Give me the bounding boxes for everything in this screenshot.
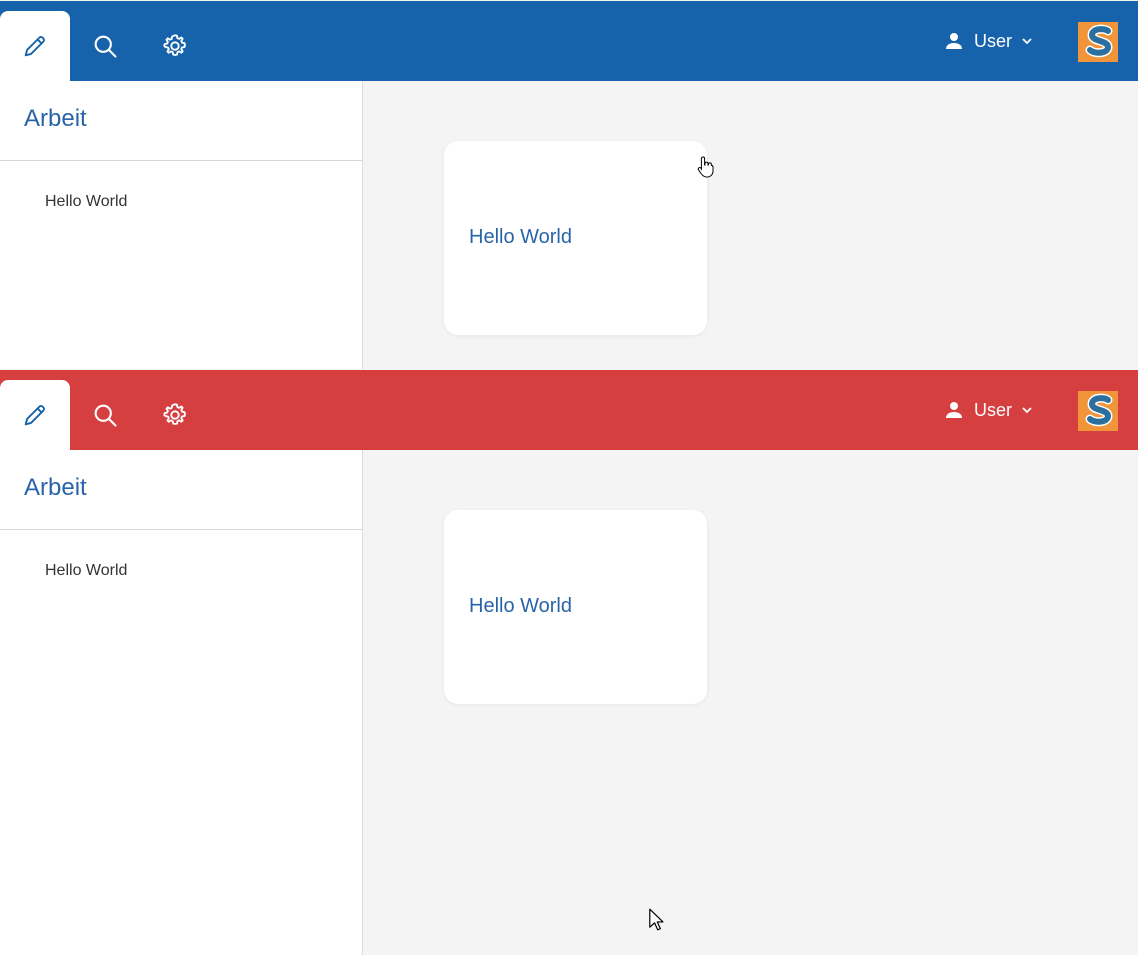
search-icon [94,404,117,427]
app-logo [1078,391,1118,431]
sidebar: Arbeit Hello World [0,450,363,955]
sidebar-item-hello-world[interactable]: Hello World [45,193,127,211]
tab-edit[interactable] [0,11,70,81]
pencil-icon [24,405,45,426]
gear-icon [163,34,186,56]
top-header: User [0,1,1138,81]
sidebar-title: Arbeit [24,474,87,501]
tab-settings[interactable] [140,380,210,450]
tab-edit[interactable] [0,380,70,450]
user-label: User [974,399,1013,420]
gear-icon [163,403,186,425]
tab-search[interactable] [70,380,140,450]
sidebar: Arbeit Hello World [0,81,363,370]
sidebar-title: Arbeit [24,105,87,132]
hand-cursor-icon [697,156,714,178]
user-menu[interactable]: User [944,25,1034,57]
sidebar-divider [0,160,362,161]
app-logo [1078,22,1118,62]
sidebar-item-hello-world[interactable]: Hello World [45,562,127,580]
arrow-cursor-icon [649,908,664,931]
card-label: Hello World [469,226,572,248]
hello-world-card[interactable]: Hello World [444,510,707,704]
app-instance-red: User Arbeit Hello World Hello World [0,369,1138,955]
user-icon [946,402,962,418]
sidebar-divider [0,529,362,530]
top-header: User [0,370,1138,450]
search-icon [94,35,117,58]
user-menu[interactable]: User [944,394,1034,426]
tab-settings[interactable] [140,11,210,81]
tab-search[interactable] [70,11,140,81]
pencil-icon [24,36,45,57]
app-instance-blue: User Arbeit Hello World Hello World [0,0,1138,370]
chevron-down-icon [1022,407,1032,414]
card-label: Hello World [469,595,572,617]
hello-world-card[interactable]: Hello World [444,141,707,335]
user-label: User [974,30,1013,51]
chevron-down-icon [1022,38,1032,45]
user-icon [946,33,962,49]
